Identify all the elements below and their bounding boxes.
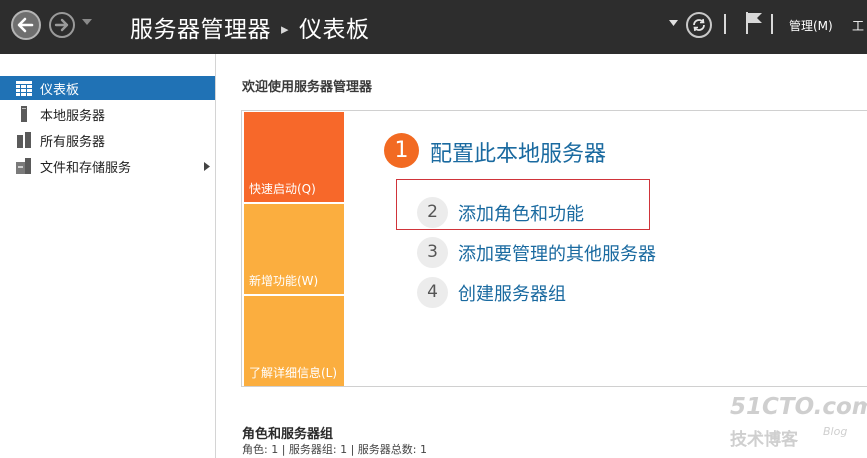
sidebar: 仪表板 本地服务器 所有服务器 文件和存储服务 xyxy=(0,54,216,458)
highlight-annotation-box xyxy=(396,179,650,230)
create-server-group-link[interactable]: 创建服务器组 xyxy=(458,280,566,306)
expand-arrow-icon[interactable] xyxy=(204,162,210,171)
welcome-heading: 欢迎使用服务器管理器 xyxy=(242,80,373,95)
back-button[interactable] xyxy=(11,10,41,40)
sidebar-item-label: 文件和存储服务 xyxy=(40,161,132,176)
dashboard-icon xyxy=(16,81,32,96)
refresh-icon xyxy=(693,18,705,32)
file-storage-icon xyxy=(16,158,31,174)
configure-local-server-link[interactable]: 配置此本地服务器 xyxy=(430,136,606,168)
refresh-button[interactable] xyxy=(686,12,712,38)
current-page-title: 仪表板 xyxy=(299,17,370,43)
tile-learn-more[interactable]: 了解详细信息(L) xyxy=(244,296,344,386)
sidebar-item-label: 本地服务器 xyxy=(40,109,106,124)
app-title: 服务器管理器 xyxy=(130,17,271,43)
sidebar-item-label: 仪表板 xyxy=(40,83,80,98)
notifications-flag-icon[interactable] xyxy=(745,11,763,35)
sidebar-item-dashboard[interactable]: 仪表板 xyxy=(0,76,215,100)
roles-section-title: 角色和服务器组 xyxy=(242,427,334,442)
watermark-blog-cn: 技术博客 xyxy=(730,430,798,450)
manage-menu[interactable]: 管理(M) xyxy=(789,17,833,34)
tile-label: 新增功能(W) xyxy=(249,274,319,288)
breadcrumb: 服务器管理器 ▸ 仪表板 xyxy=(130,10,370,44)
toolbar-divider xyxy=(771,14,773,34)
add-other-servers-link[interactable]: 添加要管理的其他服务器 xyxy=(458,240,656,266)
watermark-blog-en: Blog xyxy=(823,425,848,438)
step-number-badge: 1 xyxy=(384,133,419,168)
sidebar-item-local-server[interactable]: 本地服务器 xyxy=(0,102,215,126)
local-server-icon xyxy=(21,106,27,122)
sidebar-item-all-servers[interactable]: 所有服务器 xyxy=(0,128,215,152)
all-servers-icon xyxy=(17,132,31,148)
tile-quick-start[interactable]: 快速启动(Q) xyxy=(244,112,344,202)
step-number-badge: 4 xyxy=(417,277,448,308)
tools-menu[interactable]: 工 xyxy=(852,17,864,34)
sidebar-item-file-storage[interactable]: 文件和存储服务 xyxy=(0,154,215,178)
tile-new-features[interactable]: 新增功能(W) xyxy=(244,204,344,294)
arrow-left-icon xyxy=(17,17,34,33)
step-number-badge: 3 xyxy=(417,237,448,268)
tile-label: 了解详细信息(L) xyxy=(249,366,338,380)
watermark-site: 51CTO.com xyxy=(730,394,867,420)
title-bar: 服务器管理器 ▸ 仪表板 管理(M) 工 xyxy=(0,0,867,54)
sidebar-item-label: 所有服务器 xyxy=(40,135,106,150)
toolbar-divider xyxy=(724,14,726,34)
forward-button[interactable] xyxy=(49,12,75,38)
chevron-down-icon[interactable] xyxy=(669,20,678,26)
history-dropdown-icon[interactable] xyxy=(82,19,92,25)
breadcrumb-separator: ▸ xyxy=(281,20,290,38)
tile-label: 快速启动(Q) xyxy=(249,182,316,196)
roles-summary: 角色: 1 | 服务器组: 1 | 服务器总数: 1 xyxy=(242,443,428,456)
arrow-right-icon xyxy=(54,18,69,32)
